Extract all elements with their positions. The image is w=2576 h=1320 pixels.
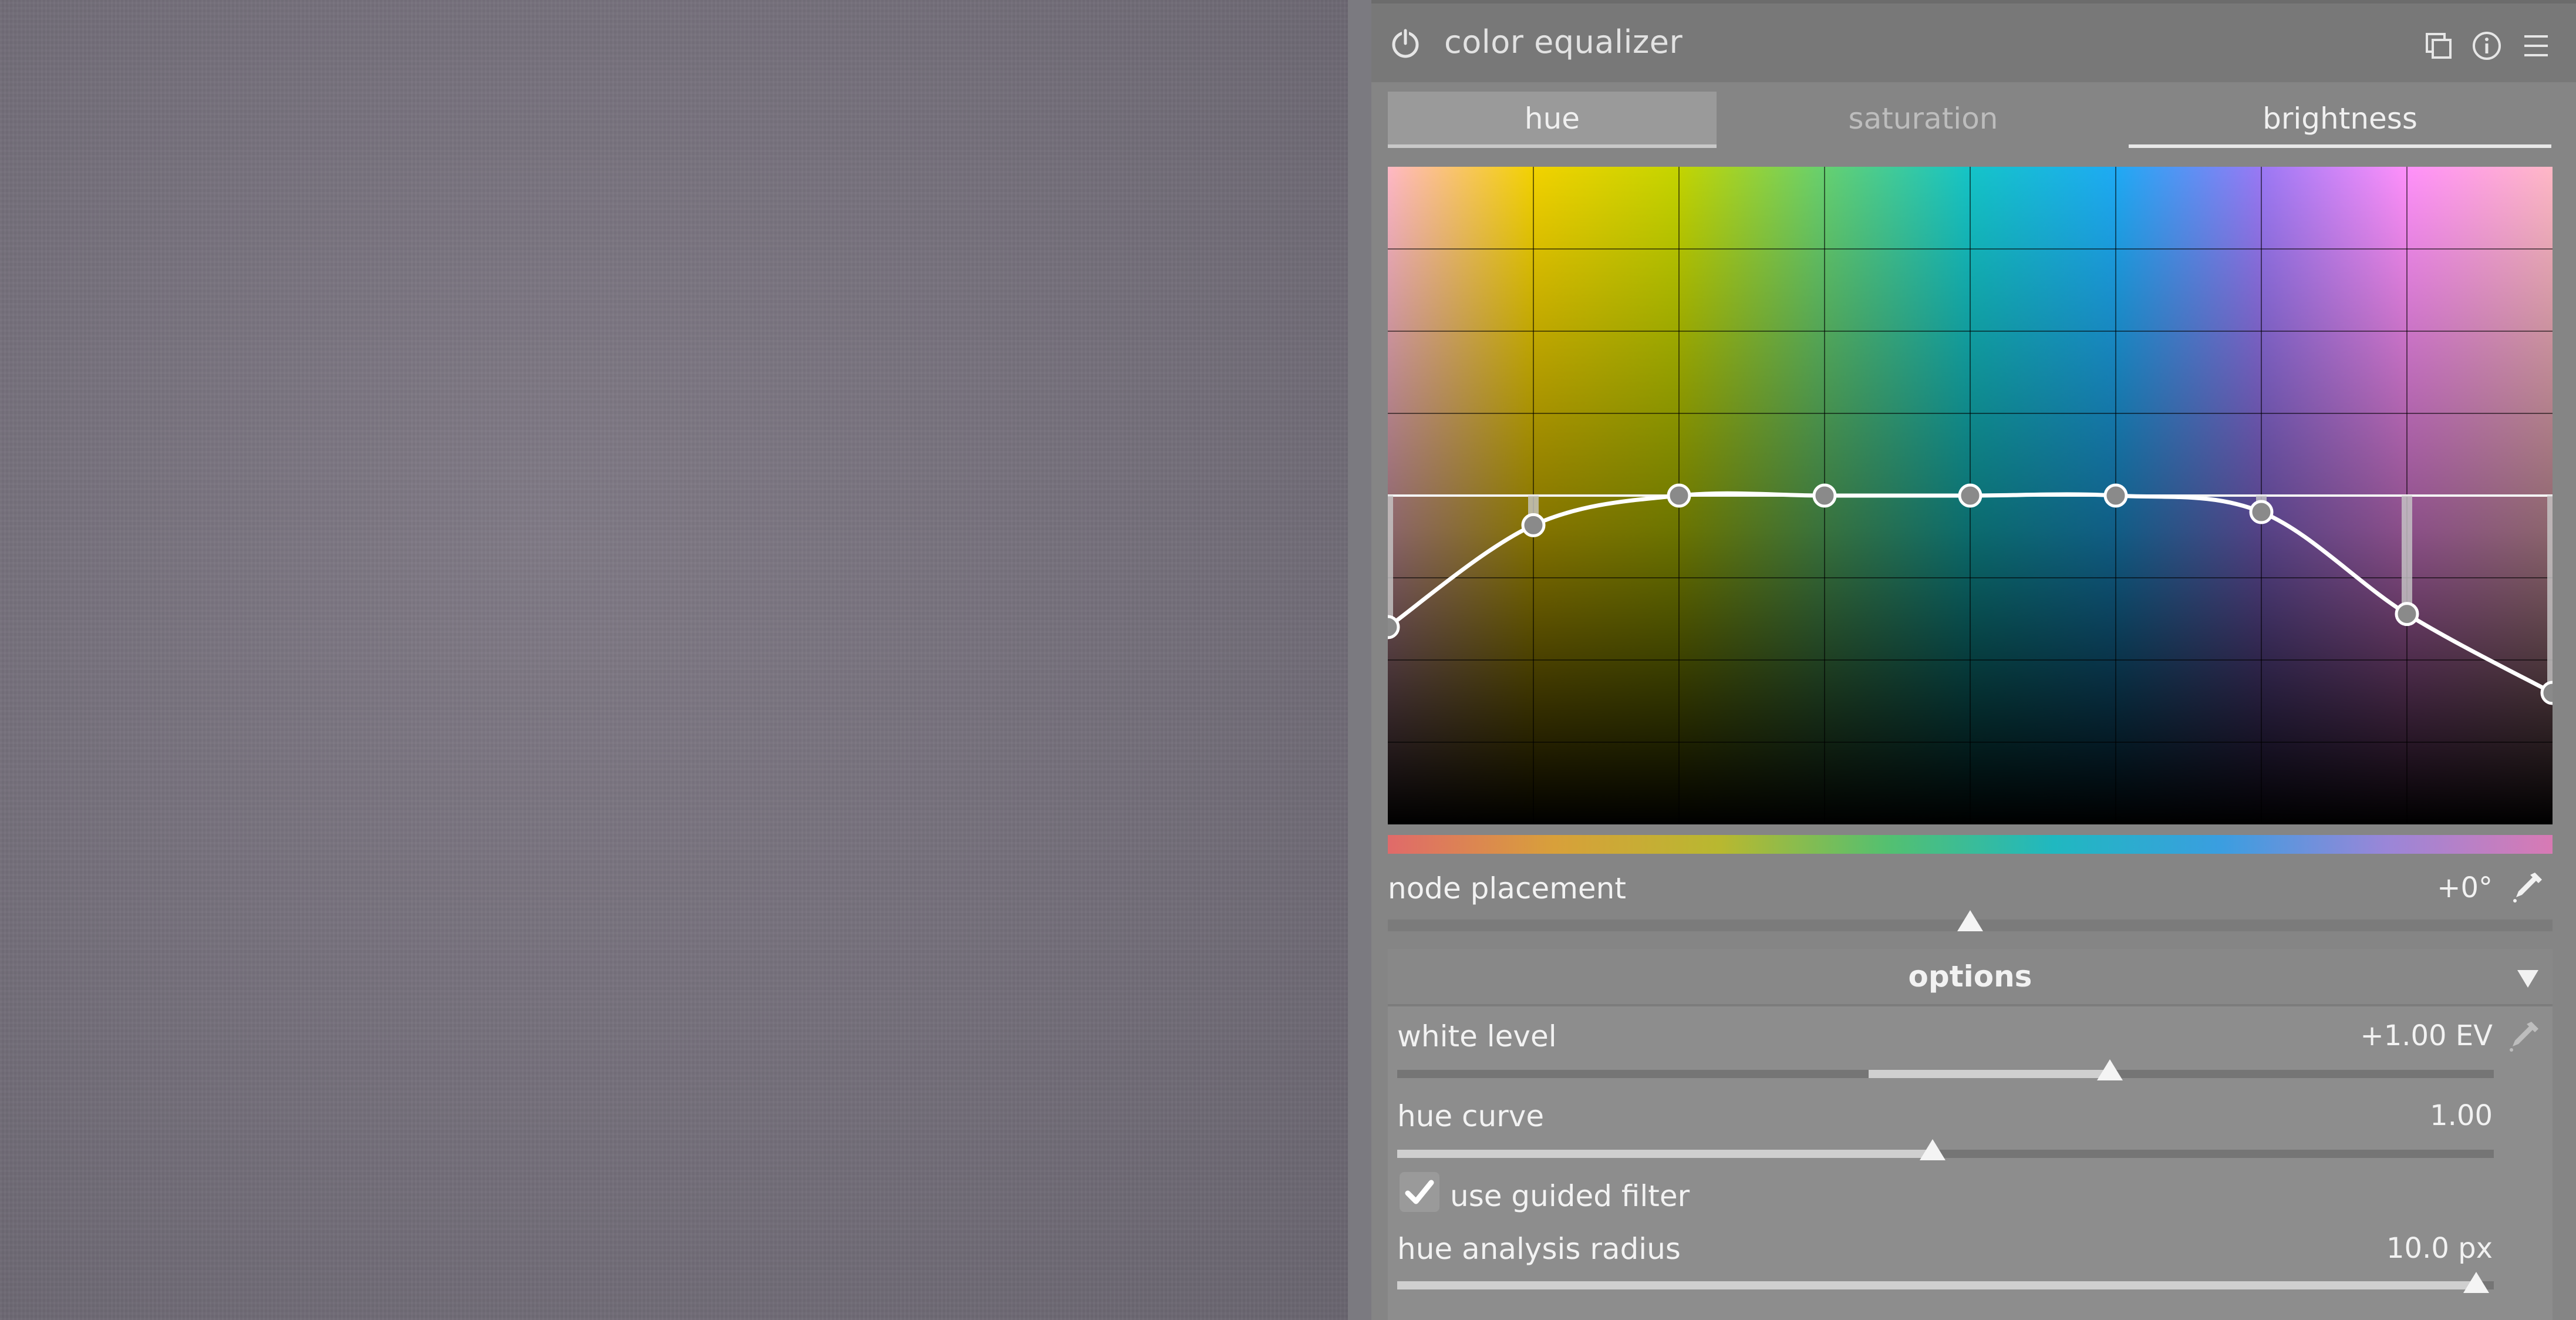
color-picker-icon[interactable] (2509, 868, 2547, 905)
curve-node[interactable] (1388, 615, 1400, 639)
curve-node[interactable] (1812, 483, 1837, 508)
white-level-picker-icon[interactable] (2506, 1017, 2543, 1055)
app-window: color equalizer hue saturation brightnes… (0, 0, 2576, 1320)
module-title: color equalizer (1444, 23, 1683, 60)
white-level-thumb[interactable] (2097, 1059, 2123, 1080)
curve-node[interactable] (2540, 681, 2553, 705)
hue-curve-thumb[interactable] (1919, 1139, 1946, 1160)
hue-analysis-radius-value: 10.0 px (2386, 1232, 2493, 1265)
hue-gradient-strip (1388, 835, 2553, 854)
white-level-fill (1869, 1070, 2110, 1078)
curve-node[interactable] (2395, 602, 2419, 627)
checkmark-icon (1405, 1180, 1434, 1204)
hue-analysis-radius-fill (1397, 1281, 2476, 1289)
options-title: options (1908, 959, 2032, 994)
tab-saturation[interactable]: saturation (1759, 92, 2088, 148)
curve-node[interactable] (1667, 483, 1691, 508)
info-icon[interactable] (2472, 31, 2502, 61)
hue-curve-value: 1.00 (2430, 1099, 2493, 1132)
power-icon[interactable] (1389, 27, 1422, 60)
curve-node[interactable] (1521, 513, 1546, 537)
node-placement-thumb[interactable] (1957, 910, 1983, 931)
node-placement-label: node placement (1388, 871, 1626, 905)
panel-divider (1348, 0, 1371, 1320)
curve-node[interactable] (1958, 483, 1982, 508)
hue-curve-fill (1397, 1150, 1933, 1158)
module-panel: color equalizer hue saturation brightnes… (1371, 0, 2576, 1320)
white-level-label: white level (1397, 1019, 1557, 1053)
multi-instance-icon[interactable] (2425, 32, 2453, 60)
options-header[interactable]: options (1388, 949, 2553, 1006)
hue-analysis-radius-label: hue analysis radius (1397, 1232, 1681, 1266)
curve-node[interactable] (2249, 500, 2274, 524)
use-guided-filter-checkbox[interactable] (1400, 1172, 1439, 1212)
collapse-triangle-icon[interactable] (2515, 967, 2541, 990)
equalizer-graph[interactable] (1388, 167, 2553, 824)
hue-analysis-radius-thumb[interactable] (2463, 1272, 2489, 1293)
hue-curve-label: hue curve (1397, 1099, 1545, 1133)
presets-menu-icon[interactable] (2522, 32, 2550, 60)
tab-brightness[interactable]: brightness (2129, 92, 2551, 148)
image-canvas[interactable] (0, 0, 1348, 1320)
curve-node[interactable] (2103, 483, 2128, 508)
use-guided-filter-label: use guided filter (1450, 1179, 1690, 1213)
white-level-value: +1.00 EV (2360, 1019, 2493, 1052)
module-header: color equalizer (1371, 0, 2576, 82)
tab-hue[interactable]: hue (1388, 92, 1717, 148)
node-placement-value: +0° (2437, 871, 2493, 904)
